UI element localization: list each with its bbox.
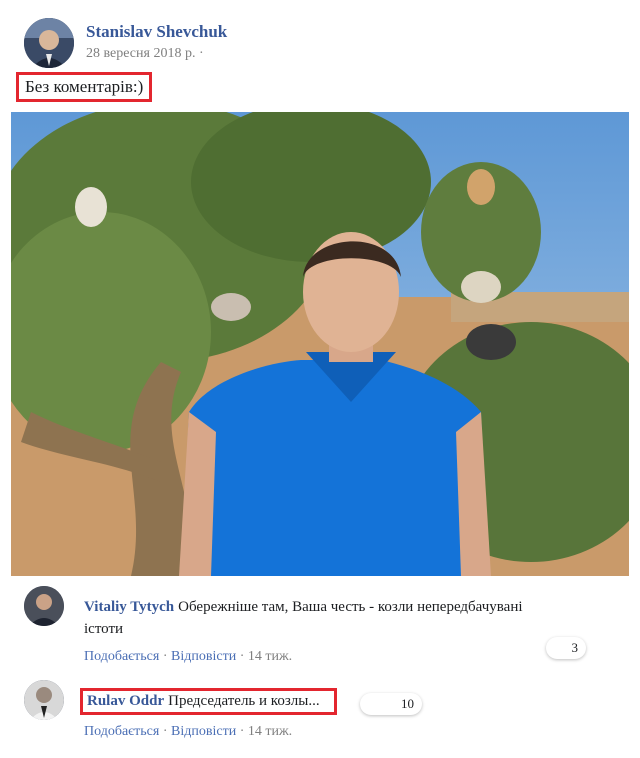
comment-actions: Подобається · Відповісти · 14 тиж. — [84, 649, 293, 664]
comment-author-name[interactable]: Rulav Oddr — [87, 693, 164, 709]
post-date[interactable]: 28 вересня 2018 р. · — [86, 46, 204, 62]
comment-text: Обережніше там, Ваша честь - козли непер… — [178, 599, 523, 615]
post-author-name[interactable]: Stanislav Shevchuk — [86, 22, 227, 42]
reaction-count: 3 — [571, 640, 579, 655]
reaction-count: 10 — [401, 696, 414, 711]
post-text-content: Без коментарів:) — [25, 77, 144, 96]
reaction-count-pill[interactable]: 3 — [546, 637, 586, 659]
comment-time[interactable]: 14 тиж. — [248, 649, 292, 664]
comment-actions: Подобається · Відповісти · 14 тиж. — [84, 724, 293, 739]
reaction-count-pill[interactable]: 10 — [360, 693, 422, 715]
comment-time[interactable]: 14 тиж. — [248, 724, 292, 739]
comment-body: Vitaliy Tytych Обережніше там, Ваша чест… — [84, 596, 584, 640]
like-link[interactable]: Подобається — [84, 724, 159, 739]
comment-author-name[interactable]: Vitaliy Tytych — [84, 599, 174, 615]
like-link[interactable]: Подобається — [84, 649, 159, 664]
comment-text-cont: істоти — [84, 621, 124, 637]
reply-link[interactable]: Відповісти — [171, 724, 236, 739]
reply-link[interactable]: Відповісти — [171, 649, 236, 664]
comment-author-avatar[interactable] — [24, 586, 64, 626]
post-text: Без коментарів:) — [16, 72, 153, 102]
post-author-avatar[interactable] — [24, 18, 74, 68]
comment-text: Председатель и козлы... — [168, 693, 320, 709]
comment-author-avatar[interactable] — [24, 680, 64, 720]
highlighted-comment: Rulav Oddr Председатель и козлы... — [80, 688, 337, 715]
post-photo[interactable] — [11, 112, 629, 576]
